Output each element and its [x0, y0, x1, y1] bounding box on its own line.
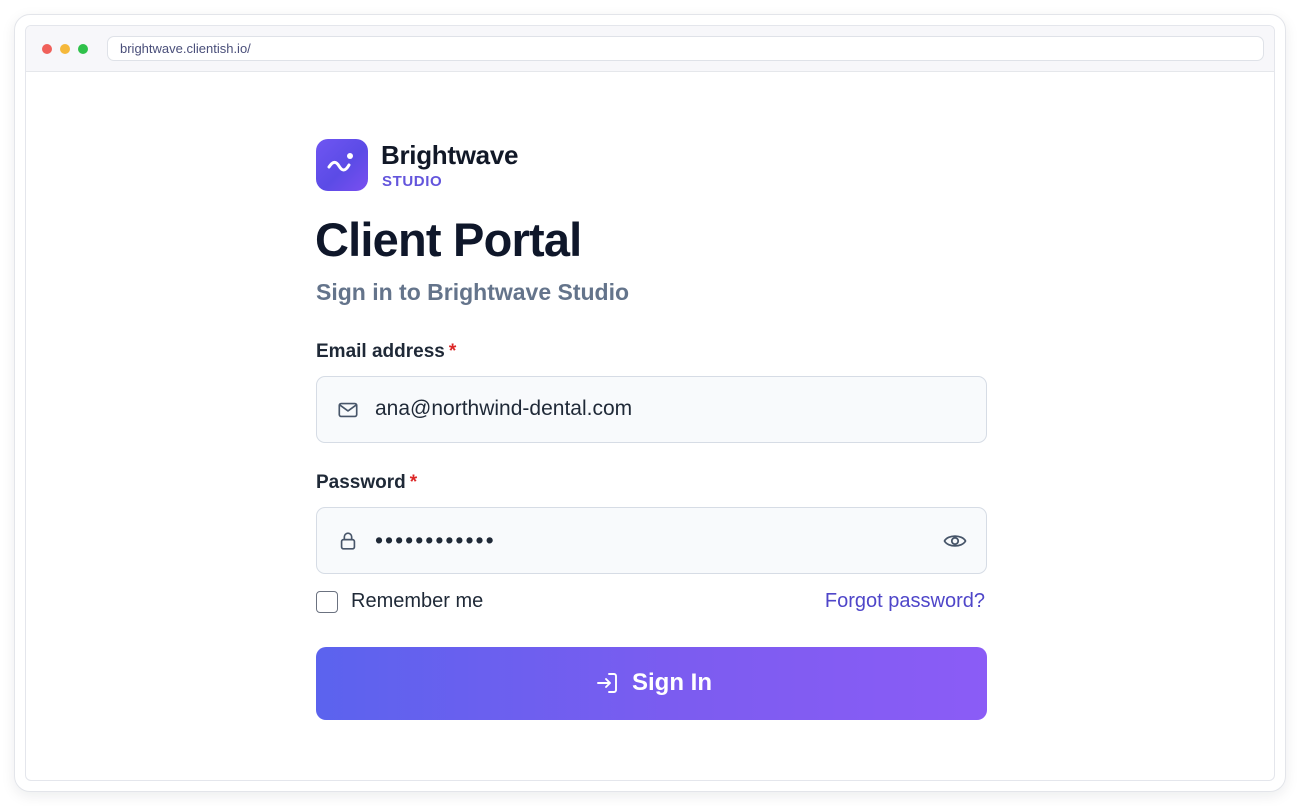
brand-name: Brightwave [381, 140, 519, 170]
page-title: Client Portal [315, 213, 582, 266]
forgot-password-link[interactable]: Forgot password? [825, 590, 985, 613]
minimize-window-dot[interactable] [60, 44, 70, 54]
remember-me-label[interactable]: Remember me [351, 590, 483, 613]
brand-tagline: STUDIO [382, 173, 443, 190]
password-label-text: Password [316, 472, 406, 493]
mail-icon [338, 402, 358, 418]
maximize-window-dot[interactable] [78, 44, 88, 54]
eye-icon[interactable] [943, 530, 967, 552]
password-label: Password * [316, 472, 417, 494]
required-marker: * [409, 472, 418, 493]
password-input[interactable] [375, 518, 935, 562]
lock-icon [340, 532, 356, 550]
required-marker: * [448, 341, 457, 362]
sign-in-label: Sign In [632, 669, 712, 696]
email-label: Email address * [316, 341, 456, 363]
browser-toolbar: brightwave.clientish.io/ [26, 26, 1274, 72]
brand-logo [316, 139, 368, 191]
email-label-text: Email address [316, 341, 445, 362]
wave-icon [327, 153, 353, 172]
page-subtitle: Sign in to Brightwave Studio [316, 279, 630, 305]
password-field[interactable] [316, 507, 987, 574]
sign-in-button[interactable]: Sign In [316, 647, 987, 720]
close-window-dot[interactable] [42, 44, 52, 54]
email-field[interactable] [316, 376, 987, 443]
remember-me-checkbox[interactable] [316, 591, 338, 613]
sign-in-icon [597, 673, 617, 693]
browser-window: brightwave.clientish.io/ Brightwave STUD… [25, 25, 1275, 781]
address-bar[interactable]: brightwave.clientish.io/ [107, 36, 1264, 61]
email-input[interactable] [375, 387, 935, 431]
